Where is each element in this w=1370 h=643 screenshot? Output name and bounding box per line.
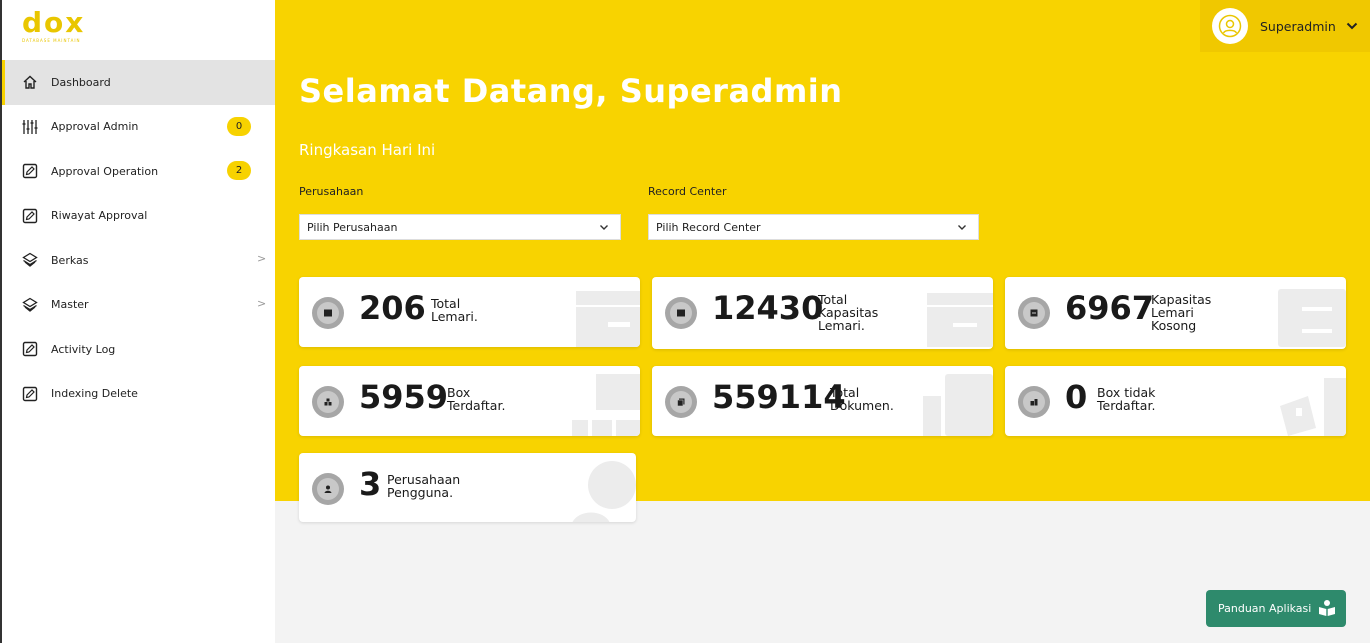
stat-value: 3 — [359, 465, 382, 503]
home-icon — [22, 74, 38, 90]
stat-value: 6967 — [1065, 289, 1155, 327]
chevron-down-icon — [958, 225, 966, 230]
cabinet-decoration-icon — [1278, 289, 1346, 347]
stat-label: Box tidak Terdaftar. — [1097, 385, 1156, 413]
company-select[interactable]: Pilih Perusahaan — [299, 214, 621, 240]
stat-card-kapasitas-kosong: 6967 Kapasitas Lemari Kosong — [1005, 277, 1346, 349]
summary-title: Ringkasan Hari Ini — [299, 141, 436, 159]
chevron-down-icon — [1346, 19, 1358, 33]
cabinet-icon — [317, 302, 339, 324]
stat-value: 559114 — [712, 378, 846, 416]
boxes-icon — [317, 391, 339, 413]
stat-label: Total Lemari. — [431, 296, 478, 324]
sidebar-item-dashboard[interactable]: Dashboard — [2, 60, 275, 105]
user-icon — [1218, 14, 1242, 38]
sidebar-item-label: Indexing Delete — [51, 387, 138, 401]
stat-label: Perusahaan Pengguna. — [387, 472, 461, 500]
sidebar-item-master[interactable]: Master > — [2, 283, 275, 328]
book-reader-icon — [1319, 600, 1335, 616]
company-select-value: Pilih Perusahaan — [307, 220, 398, 234]
user-name: Superadmin — [1260, 18, 1336, 34]
layers-icon — [22, 297, 38, 313]
stat-value: 5959 — [359, 378, 449, 416]
app-guide-button[interactable]: Panduan Aplikasi — [1206, 590, 1346, 627]
sidebar-item-label: Activity Log — [51, 342, 116, 356]
chevron-right-icon: > — [257, 296, 267, 310]
stat-card-total-dokumen: 559114 Total Dokumen. — [652, 366, 993, 436]
chevron-right-icon: > — [257, 252, 267, 265]
edit-icon — [22, 341, 38, 357]
user-decoration-icon — [572, 461, 636, 522]
cabinet-icon — [670, 302, 692, 324]
page-title: Selamat Datang, Superadmin — [299, 72, 843, 110]
cabinet-decoration-icon — [927, 293, 993, 347]
sidebar-item-label: Master — [51, 298, 89, 312]
stat-label: Box Terdaftar. — [447, 385, 506, 413]
cabinet-decoration-icon — [576, 291, 640, 347]
sidebar-item-activity-log[interactable]: Activity Log — [2, 327, 275, 372]
stat-value: 0 — [1065, 378, 1088, 416]
sidebar-item-label: Dashboard — [51, 75, 111, 89]
sidebar-item-label: Riwayat Approval — [51, 209, 148, 223]
boxes-decoration-icon — [572, 374, 640, 436]
sidebar-item-label: Berkas — [51, 253, 89, 267]
sidebar-item-label: Approval Operation — [51, 164, 159, 178]
app-logo[interactable]: dox DATABASE MAINTAIN — [22, 6, 102, 44]
welcome-name: Superadmin — [619, 72, 843, 110]
sidebar-item-berkas[interactable]: Berkas > — [2, 238, 275, 283]
sidebar-item-riwayat-approval[interactable]: Riwayat Approval — [2, 194, 275, 239]
sidebar-nav: Dashboard Approval Admin 0 Approval Oper… — [2, 60, 275, 416]
documents-decoration-icon — [923, 374, 993, 436]
sidebar-item-approval-operation[interactable]: Approval Operation 2 — [2, 149, 275, 194]
dashboard-hero: Superadmin Selamat Datang, Superadmin Ri… — [275, 0, 1370, 522]
layers-icon — [22, 252, 38, 268]
count-badge: 0 — [227, 116, 251, 136]
documents-icon — [670, 391, 692, 413]
chevron-down-icon — [600, 225, 608, 230]
avatar — [1212, 8, 1248, 44]
sidebar-item-indexing-delete[interactable]: Indexing Delete — [2, 372, 275, 417]
company-label: Perusahaan — [299, 185, 364, 198]
stat-label: Total Dokumen. — [830, 385, 894, 413]
record-center-label: Record Center — [648, 185, 727, 198]
box-decoration-icon — [1280, 378, 1346, 436]
app-guide-label: Panduan Aplikasi — [1218, 602, 1312, 615]
stat-card-perusahaan-pengguna: 3 Perusahaan Pengguna. — [299, 453, 636, 522]
edit-icon — [22, 208, 38, 224]
stat-card-box-terdaftar: 5959 Box Terdaftar. — [299, 366, 640, 436]
stat-label: Total Kapasitas Lemari. — [818, 292, 879, 333]
sliders-icon — [22, 119, 38, 135]
edit-icon — [22, 386, 38, 402]
cabinet-icon — [1023, 302, 1045, 324]
stat-card-total-lemari: 206 Total Lemari. — [299, 277, 640, 347]
unregistered-box-icon — [1023, 391, 1045, 413]
user-menu[interactable]: Superadmin — [1200, 0, 1370, 52]
stat-value: 12430 — [712, 289, 824, 327]
record-center-select[interactable]: Pilih Record Center — [648, 214, 979, 240]
logo-text: dox — [22, 6, 86, 39]
count-badge: 2 — [227, 161, 251, 180]
stat-label: Kapasitas Lemari Kosong — [1151, 292, 1212, 333]
sidebar: dox DATABASE MAINTAIN Dashboard Approval… — [0, 0, 275, 643]
sidebar-item-approval-admin[interactable]: Approval Admin 0 — [2, 105, 275, 150]
stat-card-box-tidak-terdaftar: 0 Box tidak Terdaftar. — [1005, 366, 1346, 436]
stat-value: 206 — [359, 289, 426, 327]
stat-card-total-kapasitas: 12430 Total Kapasitas Lemari. — [652, 277, 993, 349]
edit-icon — [22, 163, 38, 179]
user-icon — [317, 478, 339, 500]
sidebar-item-label: Approval Admin — [51, 120, 139, 134]
logo-tagline: DATABASE MAINTAIN — [22, 38, 81, 43]
welcome-prefix: Selamat Datang, — [299, 72, 609, 110]
record-center-select-value: Pilih Record Center — [656, 220, 761, 234]
